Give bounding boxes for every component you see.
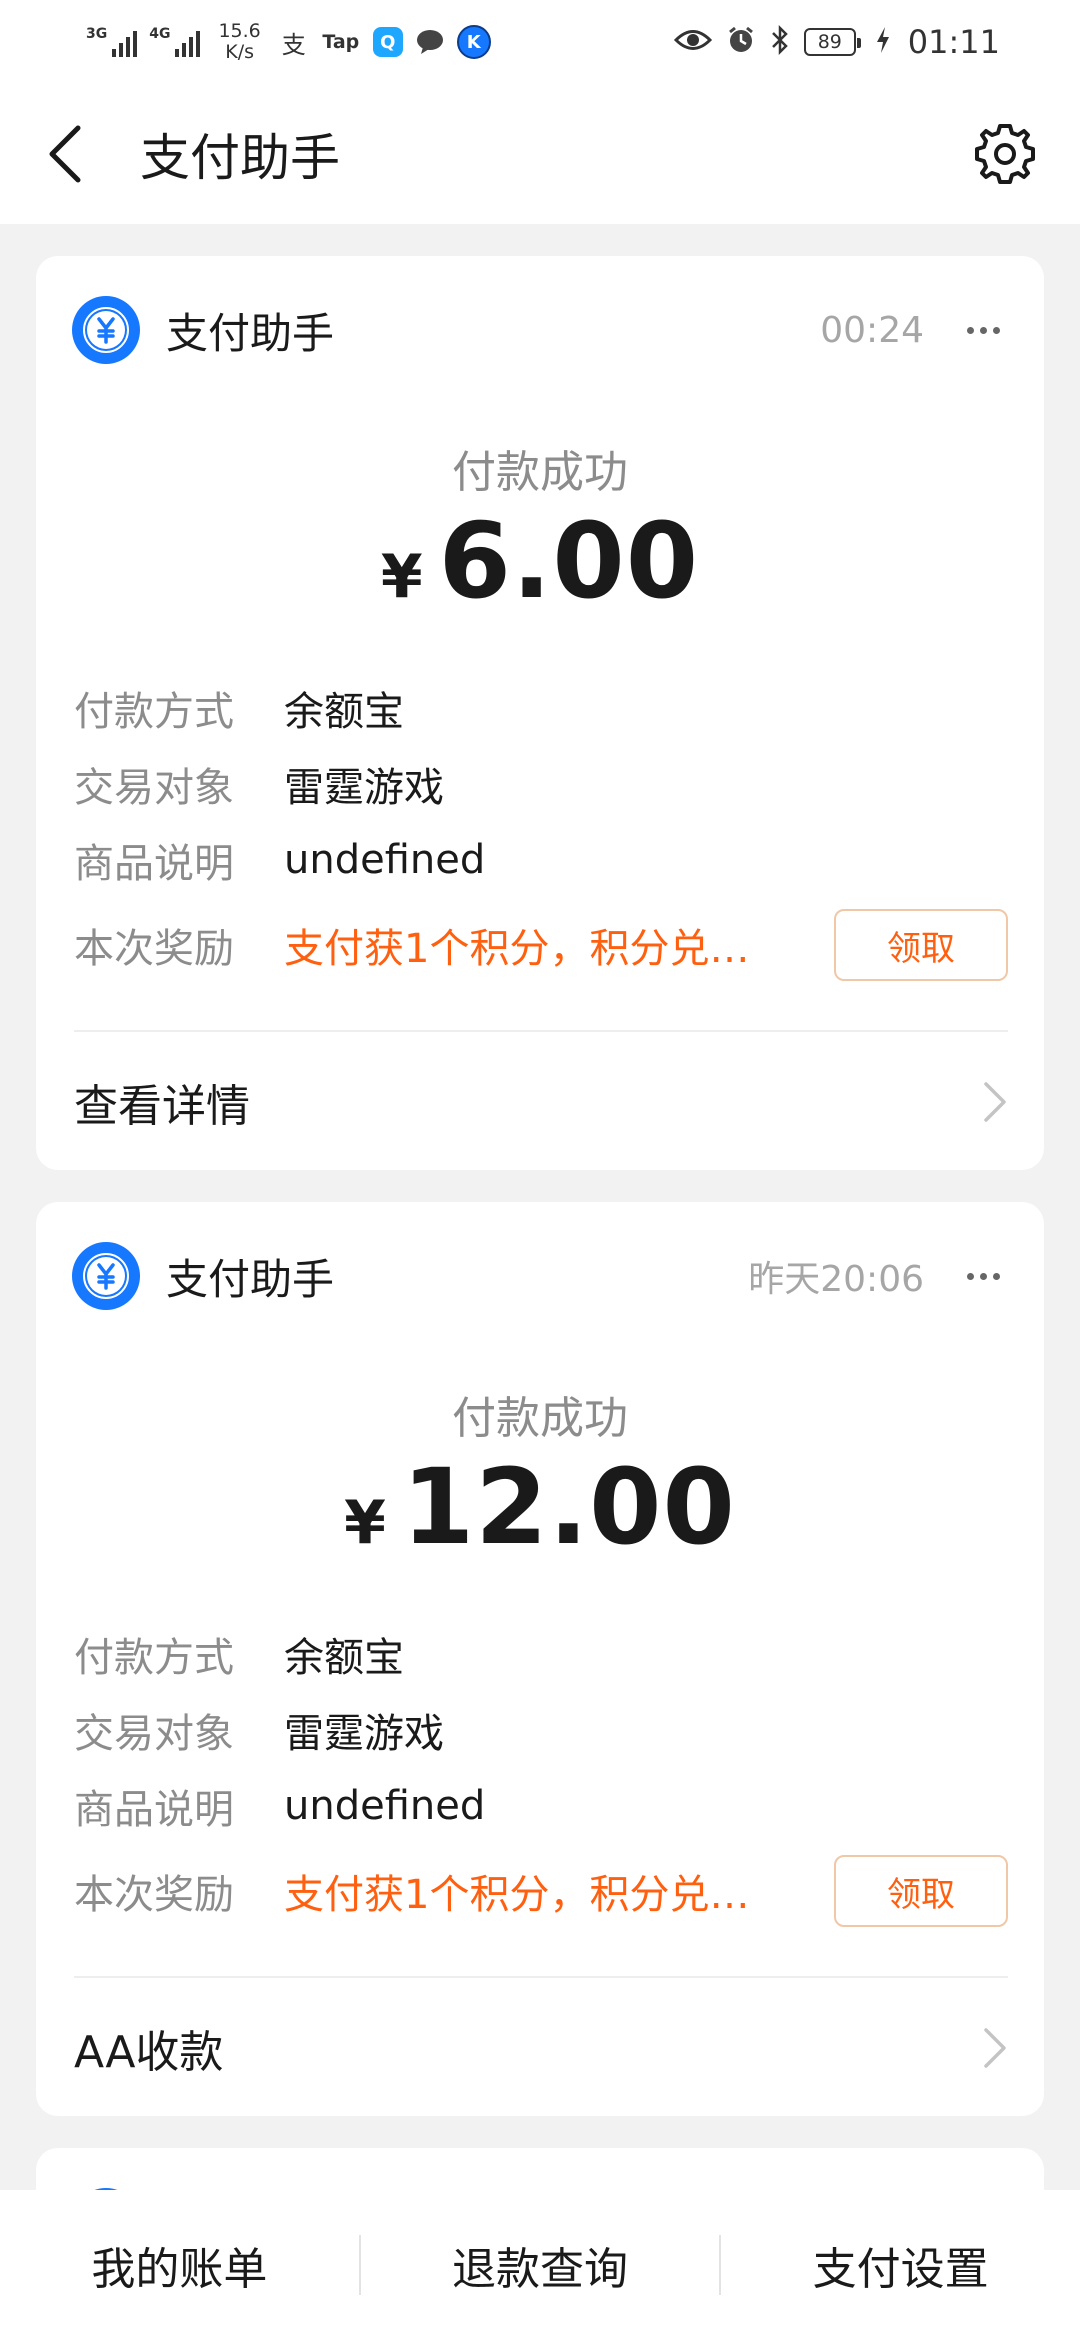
card-header: 支付助手 00:24: [72, 296, 1008, 364]
q-icon: Q: [372, 27, 403, 57]
card-header: 支付助手 昨天20:06: [72, 1242, 1008, 1310]
app-header: 支付助手: [0, 84, 1080, 224]
detail-value: undefined: [284, 1783, 486, 1829]
detail-label: 交易对象: [74, 765, 234, 811]
sender-name: 支付助手: [166, 1254, 335, 1304]
more-dot: [979, 1272, 987, 1280]
yuan-coin-icon: [83, 1253, 129, 1299]
battery-icon: 89: [803, 28, 861, 56]
detail-row-method: 付款方式 余额宝: [74, 1616, 1008, 1692]
chat-icon: [415, 27, 445, 57]
more-button[interactable]: [958, 305, 1008, 355]
tab-my-bills[interactable]: 我的账单: [0, 2190, 359, 2340]
bluetooth-icon: [770, 24, 790, 60]
payment-amount: ¥ 6.00: [36, 500, 1044, 622]
chevron-right-icon: [984, 1082, 1006, 1122]
bottom-tab-bar: 我的账单 退款查询 支付设置: [0, 2190, 1080, 2340]
link-label: AA收款: [74, 2027, 224, 2078]
payment-status: 付款成功: [452, 447, 628, 498]
message-time: 昨天20:06: [748, 1259, 924, 1300]
currency-symbol: ¥: [380, 542, 423, 612]
network-type-1: 3G: [86, 26, 108, 42]
clock: 01:11: [907, 23, 1000, 61]
k-icon: K: [456, 25, 491, 59]
page-title: 支付助手: [140, 129, 340, 187]
detail-row-party: 交易对象 雷霆游戏: [74, 746, 1008, 822]
detail-value: 余额宝: [284, 689, 404, 735]
claim-button[interactable]: 领取: [834, 909, 1008, 981]
status-right: 89 01:11: [673, 23, 1000, 61]
sender-name: 支付助手: [166, 308, 335, 358]
detail-label: 商品说明: [74, 841, 234, 887]
payment-card: 支付助手 昨天20:06 付款成功 ¥ 12.00 付款方式 余额宝 交易对象 …: [36, 1202, 1044, 2116]
charging-icon: [876, 26, 890, 58]
payment-amount: ¥ 12.00: [36, 1446, 1044, 1568]
chevron-left-icon: [49, 125, 81, 183]
detail-row-item: 商品说明 undefined: [74, 1768, 1008, 1844]
tap-icon: Tap: [322, 31, 360, 53]
tab-refund-query[interactable]: 退款查询: [361, 2190, 720, 2340]
status-bar: 3G 4G 15.6 K/s 支 Tap Q K 89 01:11: [0, 0, 1080, 84]
view-details-link[interactable]: 查看详情: [74, 1032, 1008, 1172]
detail-value: 雷霆游戏: [284, 765, 444, 811]
payment-card-partial: [36, 2148, 1044, 2190]
detail-value: 雷霆游戏: [284, 1711, 444, 1757]
more-dot: [966, 326, 974, 334]
detail-label: 商品说明: [74, 1787, 234, 1833]
back-button[interactable]: [46, 114, 96, 194]
status-left: 3G 4G 15.6 K/s 支 Tap Q K: [86, 21, 491, 63]
payment-card: 支付助手 00:24 付款成功 ¥ 6.00 付款方式 余额宝 交易对象 雷霆游…: [36, 256, 1044, 1170]
signal-4g-icon: 4G: [149, 26, 201, 57]
alipay-icon: 支: [281, 30, 306, 59]
settings-button[interactable]: [970, 119, 1040, 189]
avatar: [72, 296, 140, 364]
gear-icon: [975, 124, 1035, 184]
tab-payment-settings[interactable]: 支付设置: [721, 2190, 1080, 2340]
more-dot: [992, 1272, 1000, 1280]
amount-value: 12.00: [401, 1446, 736, 1568]
more-dot: [966, 1272, 974, 1280]
detail-row-reward: 本次奖励 支付获1个积分，积分兑… 领取: [74, 898, 1008, 992]
network-speed-unit: K/s: [225, 41, 254, 63]
signal-3g-icon: 3G: [86, 26, 138, 57]
chevron-right-icon: [984, 2028, 1006, 2068]
network-speed-value: 15.6: [218, 20, 261, 42]
payment-details: 付款方式 余额宝 交易对象 雷霆游戏 商品说明 undefined 本次奖励 支…: [74, 670, 1008, 992]
yuan-coin-icon: [83, 307, 129, 353]
more-button[interactable]: [958, 1251, 1008, 1301]
detail-row-party: 交易对象 雷霆游戏: [74, 1692, 1008, 1768]
payment-status: 付款成功: [452, 1393, 628, 1444]
message-feed[interactable]: 支付助手 00:24 付款成功 ¥ 6.00 付款方式 余额宝 交易对象 雷霆游…: [0, 224, 1080, 2190]
more-dot: [979, 326, 987, 334]
detail-label: 付款方式: [74, 1635, 234, 1681]
detail-row-method: 付款方式 余额宝: [74, 670, 1008, 746]
alarm-icon: [726, 25, 756, 59]
payment-details: 付款方式 余额宝 交易对象 雷霆游戏 商品说明 undefined 本次奖励 支…: [74, 1616, 1008, 1938]
detail-row-item: 商品说明 undefined: [74, 822, 1008, 898]
detail-label: 付款方式: [74, 689, 234, 735]
eye-icon: [673, 27, 712, 57]
network-speed: 15.6 K/s: [218, 21, 260, 63]
network-type-2: 4G: [149, 26, 171, 42]
detail-value: 余额宝: [284, 1635, 404, 1681]
message-time: 00:24: [820, 309, 924, 351]
detail-label: 交易对象: [74, 1711, 234, 1757]
detail-label: 本次奖励: [74, 1872, 234, 1918]
detail-value: undefined: [284, 837, 486, 883]
detail-label: 本次奖励: [74, 926, 234, 972]
more-dot: [992, 326, 1000, 334]
avatar: [72, 1242, 140, 1310]
link-label: 查看详情: [74, 1081, 250, 1132]
amount-value: 6.00: [438, 500, 700, 622]
claim-button[interactable]: 领取: [834, 1855, 1008, 1927]
reward-text: 支付获1个积分，积分兑…: [284, 926, 750, 972]
currency-symbol: ¥: [344, 1488, 386, 1558]
reward-text: 支付获1个积分，积分兑…: [284, 1872, 750, 1918]
aa-collect-link[interactable]: AA收款: [74, 1978, 1008, 2118]
detail-row-reward: 本次奖励 支付获1个积分，积分兑… 领取: [74, 1844, 1008, 1938]
